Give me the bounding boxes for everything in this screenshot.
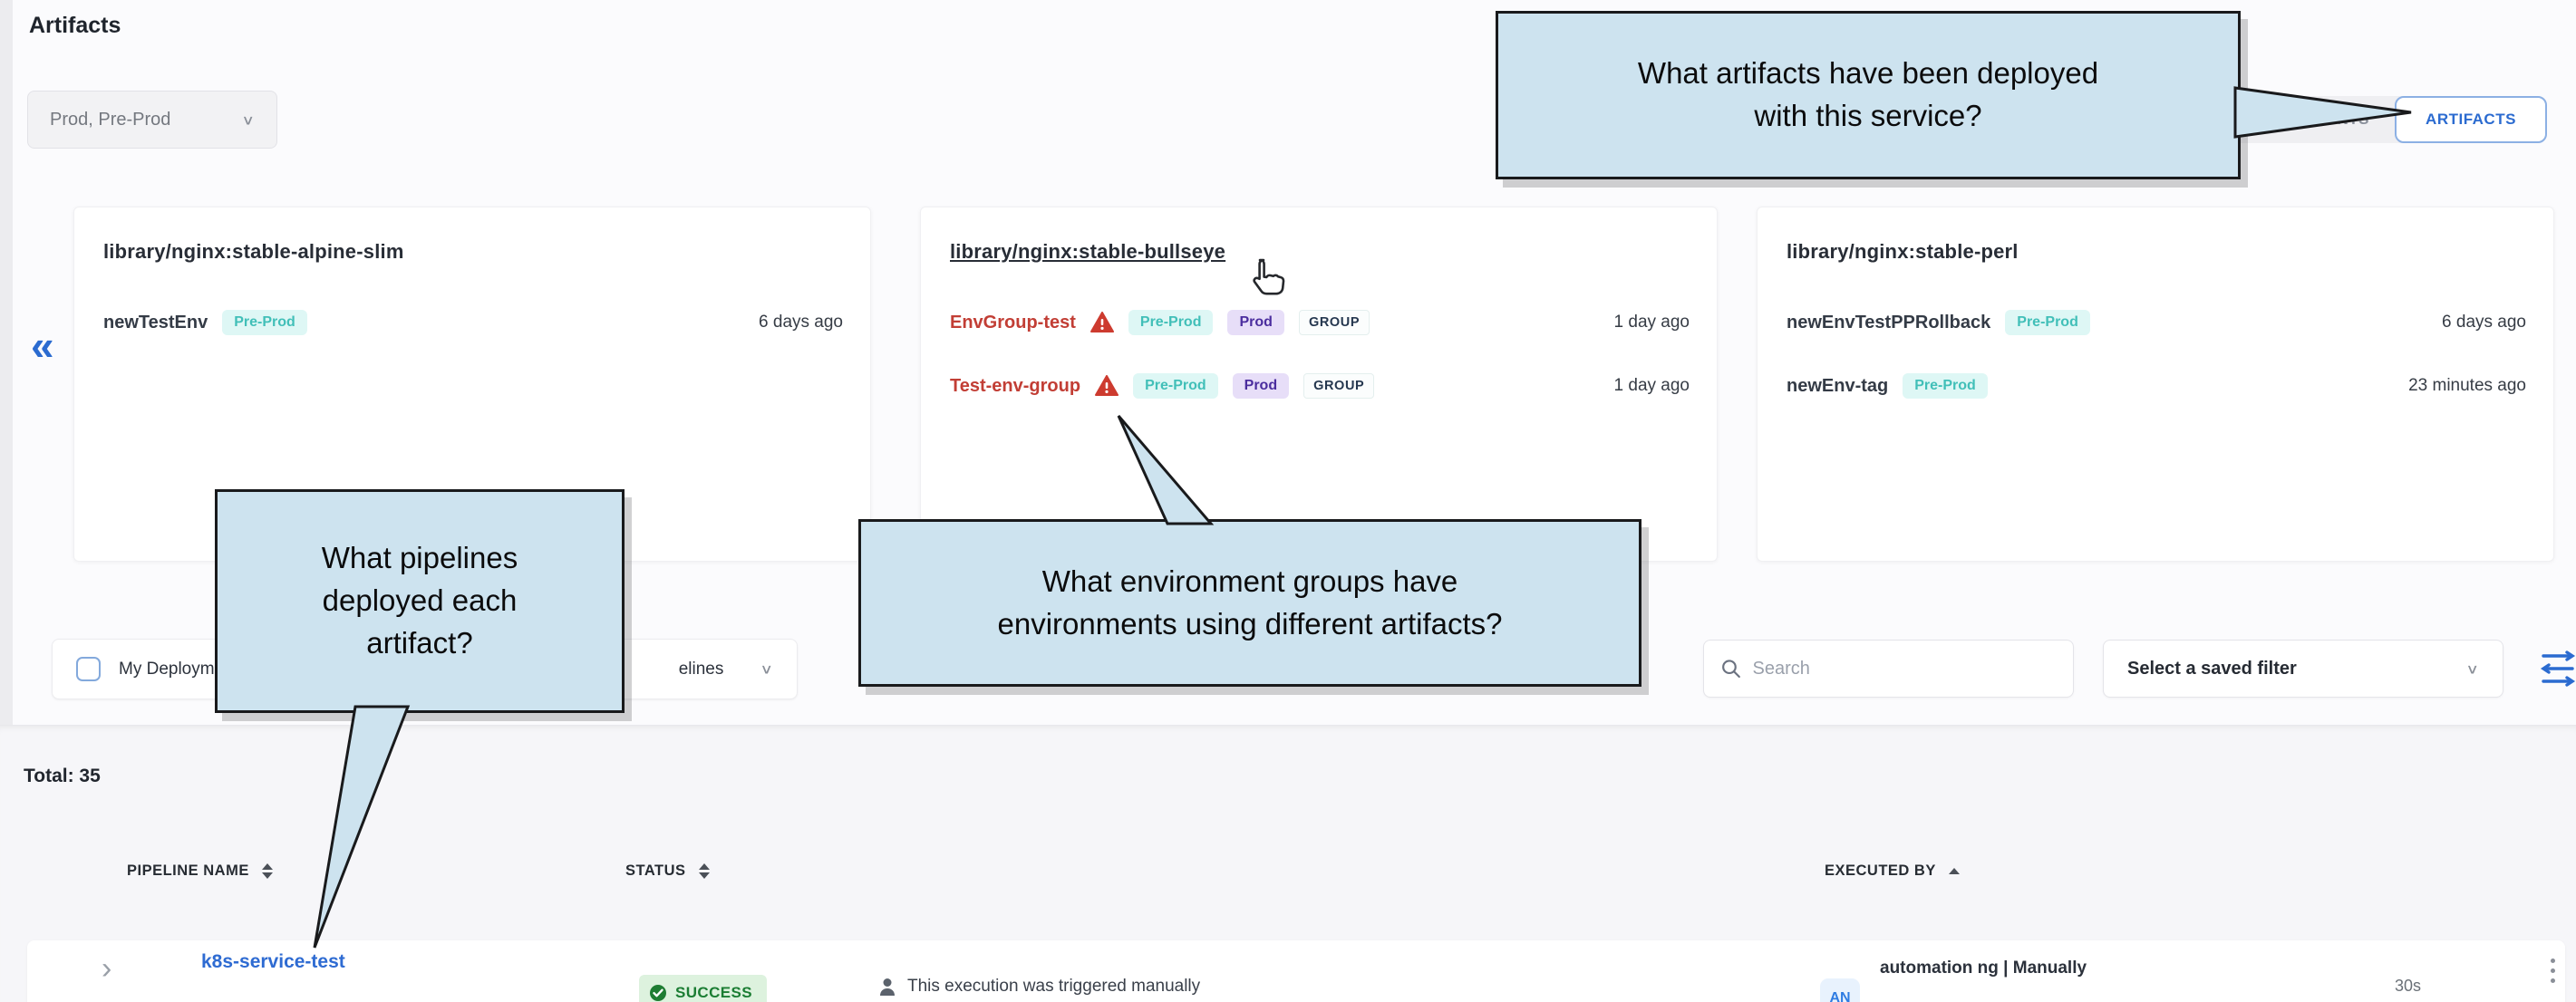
environment-row: newTestEnv Pre-Prod 6 days ago — [103, 302, 843, 343]
sort-icon — [262, 863, 273, 879]
environment-row: newEnv-tag Pre-Prod 23 minutes ago — [1787, 365, 2526, 407]
filter-settings-icon[interactable] — [2540, 649, 2576, 690]
artifact-card-bullseye: library/nginx:stable-bullseye EnvGroup-t… — [920, 207, 1718, 562]
pipelines-dropdown-label[interactable]: elines — [679, 660, 724, 679]
chevron-down-icon: ∨ — [241, 111, 255, 129]
success-check-icon — [649, 984, 667, 1002]
environment-name[interactable]: newEnvTestPPRollback — [1787, 313, 1990, 333]
pipeline-name-link[interactable]: k8s-service-test — [201, 951, 345, 973]
my-deployments-checkbox[interactable] — [76, 657, 101, 681]
envgroup-name[interactable]: EnvGroup-test — [950, 313, 1076, 333]
row-menu-icon[interactable] — [2549, 959, 2556, 988]
preprod-badge: Pre-Prod — [1903, 373, 1988, 399]
collapse-panel-button[interactable]: « — [31, 324, 54, 366]
deploy-time: 23 minutes ago — [2408, 376, 2526, 396]
search-input[interactable] — [1753, 659, 2057, 679]
column-header-status[interactable]: STATUS — [625, 862, 710, 880]
environment-row: newEnvTestPPRollback Pre-Prod 6 days ago — [1787, 302, 2526, 343]
deploy-time: 6 days ago — [759, 313, 843, 332]
user-icon — [877, 977, 897, 997]
column-header-executed-by[interactable]: EXECUTED BY — [1825, 862, 1960, 880]
execution-duration: 30s — [2395, 977, 2421, 996]
executed-by-text: automation ng | Manually — [1880, 959, 2087, 978]
group-badge: GROUP — [1303, 373, 1374, 399]
trigger-note: This execution was triggered manually — [877, 977, 1200, 997]
environment-rows: EnvGroup-test Pre-Prod Prod GROUP 1 day … — [950, 302, 1690, 407]
sort-icon — [699, 863, 710, 879]
column-header-pipeline-name[interactable]: PIPELINE NAME — [127, 862, 273, 880]
warning-icon — [1090, 312, 1114, 333]
callout-pipelines-question: What pipelines deployed each artifact? — [215, 489, 625, 713]
preprod-badge: Pre-Prod — [1133, 373, 1218, 399]
artifact-title-link[interactable]: library/nginx:stable-bullseye — [950, 240, 1690, 264]
artifacts-page: Artifacts Prod, Pre-Prod ∨ « ENVIRONMENT… — [0, 0, 2576, 1002]
artifact-card-perl: library/nginx:stable-perl newEnvTestPPRo… — [1757, 207, 2554, 562]
group-badge: GROUP — [1299, 310, 1370, 335]
deploy-time: 1 day ago — [1614, 376, 1690, 396]
search-box — [1703, 640, 2074, 698]
page-title: Artifacts — [29, 13, 121, 39]
deploy-time: 1 day ago — [1614, 313, 1690, 332]
preprod-badge: Pre-Prod — [222, 310, 307, 335]
environment-type-value: Prod, Pre-Prod — [50, 110, 170, 130]
environments-artifacts-toggle: ENVIRONMENTS ARTIFACTS — [2212, 96, 2547, 143]
artifact-title[interactable]: library/nginx:stable-perl — [1787, 240, 2526, 264]
saved-filter-dropdown[interactable]: Select a saved filter ∨ — [2103, 640, 2503, 698]
total-count: Total: 35 — [24, 766, 101, 787]
environment-rows: newEnvTestPPRollback Pre-Prod 6 days ago… — [1787, 302, 2526, 407]
status-badge: SUCCESS — [639, 975, 767, 1002]
tab-artifacts[interactable]: ARTIFACTS — [2395, 96, 2547, 143]
chevron-down-icon: ∨ — [760, 660, 773, 678]
environment-row: Test-env-group Pre-Prod Prod GROUP 1 day… — [950, 365, 1690, 407]
row-expander-icon[interactable]: › — [102, 953, 111, 984]
environment-type-dropdown[interactable]: Prod, Pre-Prod ∨ — [27, 91, 277, 149]
chevron-down-icon: ∨ — [2465, 660, 2479, 678]
search-icon — [1720, 657, 1742, 680]
environment-rows: newTestEnv Pre-Prod 6 days ago — [103, 302, 843, 343]
sort-ascending-icon — [1949, 868, 1960, 874]
deploy-time: 6 days ago — [2442, 313, 2526, 332]
artifact-title[interactable]: library/nginx:stable-alpine-slim — [103, 240, 843, 264]
environment-row: EnvGroup-test Pre-Prod Prod GROUP 1 day … — [950, 302, 1690, 343]
preprod-badge: Pre-Prod — [2005, 310, 2090, 335]
callout-artifacts-question: What artifacts have been deployed with t… — [1496, 11, 2241, 179]
preprod-badge: Pre-Prod — [1128, 310, 1214, 335]
saved-filter-label: Select a saved filter — [2127, 659, 2297, 679]
prod-badge: Prod — [1227, 310, 1283, 335]
environment-name[interactable]: newEnv-tag — [1787, 376, 1888, 397]
environment-name[interactable]: newTestEnv — [103, 313, 208, 333]
warning-icon — [1095, 375, 1119, 397]
callout-envgroups-question: What environment groups have environment… — [858, 519, 1641, 687]
avatar: AN — [1820, 978, 1860, 1002]
prod-badge: Prod — [1233, 373, 1289, 399]
envgroup-name[interactable]: Test-env-group — [950, 376, 1080, 397]
execution-row[interactable] — [27, 940, 2565, 1002]
my-deployments-label: My Deploym — [119, 660, 215, 679]
